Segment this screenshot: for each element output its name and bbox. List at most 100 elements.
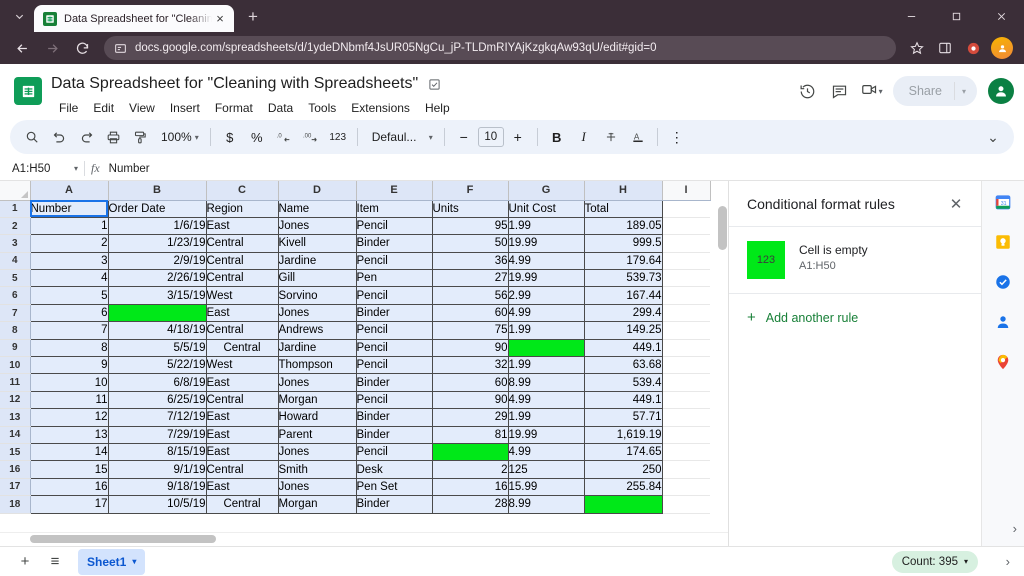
- cell-C9[interactable]: Central: [206, 339, 279, 358]
- cell-I5[interactable]: [662, 269, 710, 288]
- cell-H10[interactable]: 63.68: [584, 356, 663, 375]
- cell-C3[interactable]: Central: [206, 234, 279, 253]
- cell-B12[interactable]: 6/25/19: [108, 391, 207, 410]
- cell-F6[interactable]: 56: [432, 286, 509, 305]
- cell-D10[interactable]: Thompson: [278, 356, 357, 375]
- cell-I6[interactable]: [662, 286, 710, 305]
- row-header-2[interactable]: 2: [0, 217, 31, 236]
- cell-I10[interactable]: [662, 356, 710, 375]
- row-header-4[interactable]: 4: [0, 252, 31, 271]
- cell-header-G[interactable]: Unit Cost: [508, 200, 585, 218]
- cell-C2[interactable]: East: [206, 217, 279, 236]
- cell-I14[interactable]: [662, 426, 710, 444]
- cell-G14[interactable]: 19.99: [508, 426, 585, 444]
- search-icon[interactable]: [19, 124, 45, 150]
- cell-B11[interactable]: 6/8/19: [108, 373, 207, 392]
- cell-A4[interactable]: 3: [29, 252, 109, 271]
- cell-header-E[interactable]: Item: [356, 200, 433, 218]
- vertical-scrollbar[interactable]: [718, 203, 727, 546]
- cell-B6[interactable]: 3/15/19: [108, 286, 207, 305]
- col-header-C[interactable]: C: [206, 181, 279, 201]
- cell-F14[interactable]: 81: [432, 426, 509, 444]
- cell-E15[interactable]: Pencil: [356, 443, 433, 462]
- cell-H6[interactable]: 167.44: [584, 286, 663, 305]
- cell-C5[interactable]: Central: [206, 269, 279, 288]
- cell-F15[interactable]: [432, 443, 509, 462]
- cell-H15[interactable]: 174.65: [584, 443, 663, 462]
- cell-A2[interactable]: 1: [29, 217, 109, 236]
- cell-I12[interactable]: [662, 391, 710, 410]
- cell-B14[interactable]: 7/29/19: [108, 426, 207, 444]
- cell-E11[interactable]: Binder: [356, 373, 433, 392]
- close-window-button[interactable]: [979, 0, 1024, 32]
- cell-F4[interactable]: 36: [432, 252, 509, 271]
- cell-F16[interactable]: 2: [432, 460, 509, 479]
- cell-I9[interactable]: [662, 339, 710, 358]
- cell-F12[interactable]: 90: [432, 391, 509, 410]
- cell-B3[interactable]: 1/23/19: [108, 234, 207, 253]
- cell-H12[interactable]: 449.1: [584, 391, 663, 410]
- horizontal-scrollbar[interactable]: [30, 535, 688, 543]
- cell-A16[interactable]: 15: [29, 460, 109, 479]
- cell-C16[interactable]: Central: [206, 460, 279, 479]
- row-header-13[interactable]: 13: [0, 408, 31, 427]
- cell-B10[interactable]: 5/22/19: [108, 356, 207, 375]
- cell-H16[interactable]: 250: [584, 460, 663, 479]
- cell-G3[interactable]: 19.99: [508, 234, 585, 253]
- row-header-14[interactable]: 14: [0, 426, 31, 444]
- comment-icon[interactable]: [825, 76, 855, 106]
- cell-B2[interactable]: 1/6/19: [108, 217, 207, 236]
- cell-D9[interactable]: Jardine: [278, 339, 357, 358]
- cell-E4[interactable]: Pencil: [356, 252, 433, 271]
- row-header-6[interactable]: 6: [0, 286, 31, 305]
- row-header-5[interactable]: 5: [0, 269, 31, 288]
- col-header-D[interactable]: D: [278, 181, 357, 201]
- cell-I1[interactable]: [662, 200, 710, 218]
- cell-C12[interactable]: Central: [206, 391, 279, 410]
- increase-font-size-button[interactable]: +: [505, 124, 531, 150]
- cell-D2[interactable]: Jones: [278, 217, 357, 236]
- strikethrough-button[interactable]: [598, 124, 624, 150]
- row-header-18[interactable]: 18: [0, 495, 31, 514]
- cell-H14[interactable]: 1,619.19: [584, 426, 663, 444]
- collapse-toolbar-icon[interactable]: ⌄: [980, 124, 1006, 150]
- tab-search-icon[interactable]: [6, 3, 32, 29]
- cell-D11[interactable]: Jones: [278, 373, 357, 392]
- cell-C6[interactable]: West: [206, 286, 279, 305]
- reload-icon[interactable]: [68, 34, 96, 62]
- cell-H18[interactable]: [584, 495, 663, 514]
- expand-panel-icon[interactable]: ›: [1006, 554, 1010, 569]
- cell-F7[interactable]: 60: [432, 304, 509, 323]
- vertical-scroll-thumb[interactable]: [718, 206, 727, 250]
- cell-E5[interactable]: Pen: [356, 269, 433, 288]
- conditional-rule-item[interactable]: 123 Cell is empty A1:H50: [729, 227, 981, 294]
- cell-A5[interactable]: 4: [29, 269, 109, 288]
- cell-A18[interactable]: 17: [29, 495, 109, 514]
- cell-A12[interactable]: 11: [29, 391, 109, 410]
- profile-avatar[interactable]: [991, 37, 1013, 59]
- cell-A15[interactable]: 14: [29, 443, 109, 462]
- row-header-1[interactable]: 1: [0, 200, 31, 218]
- row-header-11[interactable]: 11: [0, 373, 31, 392]
- row-header-8[interactable]: 8: [0, 321, 31, 340]
- cell-header-F[interactable]: Units: [432, 200, 509, 218]
- cell-G16[interactable]: 125: [508, 460, 585, 479]
- cell-I4[interactable]: [662, 252, 710, 271]
- row-header-10[interactable]: 10: [0, 356, 31, 375]
- cell-B7[interactable]: [108, 304, 207, 323]
- forward-icon[interactable]: [38, 34, 66, 62]
- cell-G17[interactable]: 15.99: [508, 478, 585, 497]
- cell-A7[interactable]: 6: [29, 304, 109, 323]
- avatar[interactable]: [988, 78, 1014, 104]
- maximize-button[interactable]: [934, 0, 979, 32]
- cell-F11[interactable]: 60: [432, 373, 509, 392]
- cell-H13[interactable]: 57.71: [584, 408, 663, 427]
- sheets-logo-icon[interactable]: [14, 77, 42, 105]
- maps-icon[interactable]: [992, 351, 1014, 373]
- cell-C17[interactable]: East: [206, 478, 279, 497]
- font-size-input[interactable]: 10: [477, 127, 504, 147]
- cell-B8[interactable]: 4/18/19: [108, 321, 207, 340]
- cell-E3[interactable]: Binder: [356, 234, 433, 253]
- cell-G7[interactable]: 4.99: [508, 304, 585, 323]
- back-icon[interactable]: [8, 34, 36, 62]
